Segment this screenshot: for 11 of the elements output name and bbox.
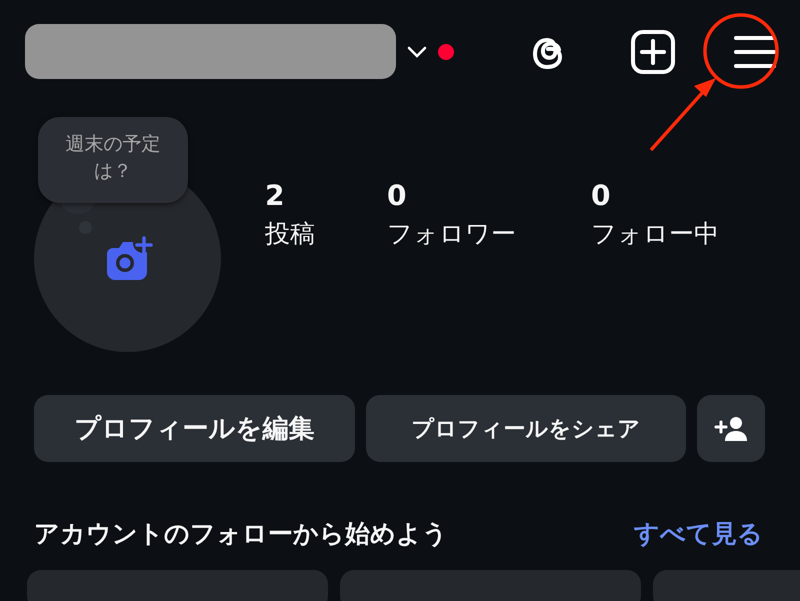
stat-count: 0 — [387, 179, 408, 213]
stat-label: フォロワー — [387, 218, 517, 250]
stat-count: 0 — [591, 179, 612, 213]
section-title: アカウントのフォローから始めよう — [34, 518, 448, 550]
profile-button[interactable]: プロフィールをシェア — [366, 395, 686, 462]
profile-button[interactable]: プロフィールを編集 — [34, 395, 355, 462]
stat-count: 2 — [265, 179, 286, 213]
stat-label: フォロー中 — [591, 218, 719, 250]
note-tooltip[interactable]: 週末の予定は？ — [38, 117, 188, 203]
stat-label: 投稿 — [265, 218, 316, 250]
see-all-link[interactable]: すべて見る — [634, 517, 763, 550]
